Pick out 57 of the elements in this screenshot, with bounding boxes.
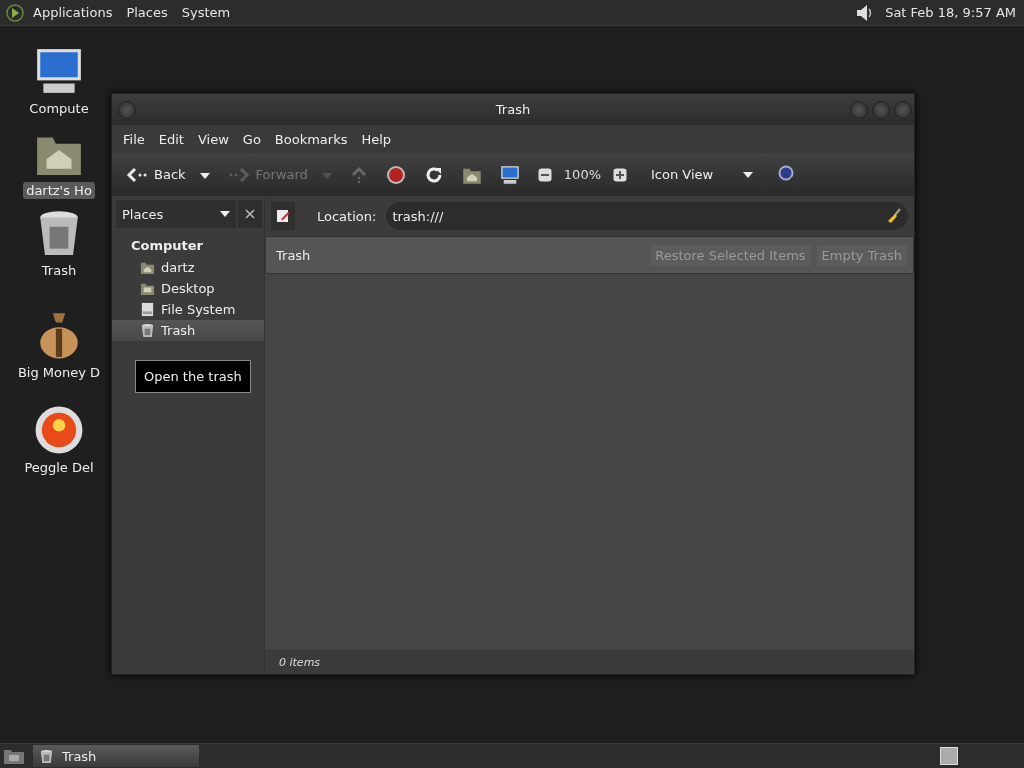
sidebar-selector[interactable]: Places — [116, 200, 236, 228]
caret-icon — [220, 211, 230, 217]
back-arrow-icon — [126, 166, 148, 183]
broom-icon[interactable] — [886, 208, 902, 224]
panel-menu[interactable]: Places — [121, 5, 173, 20]
drive-icon — [140, 302, 155, 317]
desktop-icon-label[interactable]: dartz's Ho — [23, 182, 95, 199]
caret-icon — [321, 173, 332, 179]
desktop-icon-label[interactable]: Peggle Del — [21, 459, 97, 476]
menu-item[interactable]: Help — [354, 131, 399, 147]
computer-icon — [34, 46, 84, 96]
location-label: Location: — [317, 208, 377, 224]
close-sidebar-button[interactable] — [238, 200, 262, 228]
sidebar-item[interactable]: File System — [112, 299, 264, 320]
ball-icon — [34, 405, 84, 455]
back-button[interactable]: Back — [120, 163, 216, 186]
desktop-icon-label[interactable]: Trash — [38, 262, 80, 279]
sidebar-item[interactable]: dartz — [112, 257, 264, 278]
forward-arrow-icon — [227, 166, 250, 183]
view-select[interactable]: Icon View — [639, 164, 766, 185]
trash-bar-title: Trash — [276, 247, 312, 263]
sidebar-heading: Computer — [130, 237, 205, 255]
caret-icon — [743, 171, 754, 178]
menu-item[interactable]: Bookmarks — [267, 131, 355, 147]
folder-icon — [140, 281, 155, 296]
panel-menu[interactable]: Applications — [28, 5, 118, 20]
edit-location-button[interactable] — [271, 202, 295, 230]
trash-icon — [140, 323, 155, 338]
zoom-in-icon — [613, 167, 627, 182]
play-logo-icon — [6, 3, 24, 22]
menu-item[interactable]: File — [116, 131, 152, 147]
show-desktop-icon[interactable] — [3, 747, 25, 765]
computer-icon — [499, 164, 520, 185]
clock[interactable]: Sat Feb 18, 9:57 AM — [885, 5, 1016, 20]
menu-item[interactable]: Edit — [151, 131, 191, 147]
menu-item[interactable]: Go — [235, 131, 268, 147]
panel-menu[interactable]: System — [176, 5, 236, 20]
zoom-level: 100% — [563, 167, 601, 182]
status-text: 0 items — [279, 655, 321, 669]
zoom-out-icon — [537, 167, 552, 182]
sidebar-item[interactable]: Trash — [112, 320, 264, 341]
edit-icon — [276, 209, 290, 223]
window-title: Trash — [495, 102, 531, 117]
close-icon — [245, 208, 255, 219]
workspace-switcher[interactable] — [940, 747, 958, 765]
tooltip: Open the trash — [135, 360, 251, 393]
home-folder-icon — [140, 260, 155, 275]
menu-item[interactable]: View — [190, 131, 236, 147]
caret-icon — [199, 173, 210, 179]
desktop-icon-label[interactable]: Compute — [26, 100, 92, 117]
stop-icon — [385, 164, 406, 185]
sidebar-item[interactable]: Desktop — [112, 278, 264, 299]
location-field[interactable]: trash:/// — [386, 202, 908, 230]
up-arrow-icon — [349, 165, 368, 184]
desktop-icon-label[interactable]: Big Money D — [14, 364, 104, 381]
taskbar-button[interactable]: Trash — [33, 745, 199, 767]
trash-icon — [39, 748, 54, 764]
